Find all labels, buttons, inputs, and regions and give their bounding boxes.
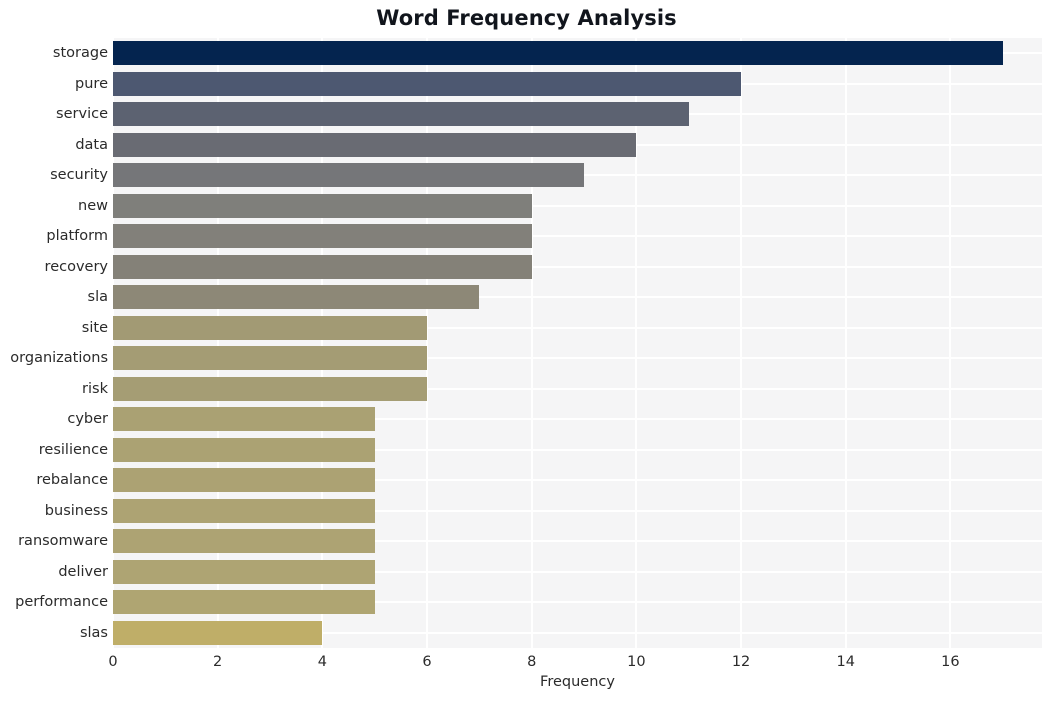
bar (113, 376, 428, 401)
x-tick-label: 6 (422, 654, 432, 670)
gridline-vertical (113, 38, 114, 648)
gridline-vertical (949, 38, 952, 648)
bar (113, 620, 323, 645)
bar (113, 193, 532, 218)
bar (113, 590, 375, 615)
y-tick-label: sla (87, 289, 108, 306)
x-tick-label: 14 (836, 654, 855, 670)
gridline-vertical (844, 38, 847, 648)
x-tick-label: 12 (731, 654, 751, 670)
bar (113, 315, 428, 340)
gridline-vertical (635, 38, 638, 648)
bar (113, 437, 375, 462)
y-tick-label: resilience (38, 441, 108, 458)
plot-area (113, 38, 1042, 648)
bar (113, 102, 689, 127)
y-tick-label: performance (15, 594, 108, 611)
y-tick-label: slas (79, 624, 108, 641)
bar (113, 346, 428, 371)
gridline-vertical (216, 38, 219, 648)
y-tick-label: deliver (58, 563, 108, 580)
bar (113, 132, 637, 157)
y-tick-label: risk (82, 380, 108, 397)
chart-figure: Word Frequency Analysis storage pure servi… (0, 0, 1053, 701)
y-tick-label: new (78, 197, 108, 214)
y-tick-label: data (75, 136, 108, 153)
chart-title: Word Frequency Analysis (376, 6, 677, 30)
y-tick-label: pure (75, 75, 108, 92)
y-tick-label: organizations (10, 350, 108, 367)
x-tick-label: 10 (627, 654, 646, 670)
gridline-vertical (426, 38, 429, 648)
y-tick-label: cyber (67, 411, 108, 428)
gridline-vertical (740, 38, 743, 648)
x-tick-label: 4 (317, 654, 327, 670)
y-axis-tick-labels: storage pure service data security new platfor… (0, 38, 108, 648)
x-axis-label: Frequency (540, 674, 615, 690)
bar (113, 71, 742, 96)
y-tick-label: rebalance (36, 472, 108, 489)
x-tick-label: 0 (108, 654, 118, 670)
y-tick-label: security (50, 167, 108, 184)
gridline-vertical (530, 38, 533, 648)
y-tick-label: platform (46, 228, 108, 245)
bar (113, 529, 375, 554)
y-tick-label: recovery (44, 258, 108, 275)
bar (113, 559, 375, 584)
y-tick-label: site (81, 319, 108, 336)
bar (113, 468, 375, 493)
y-tick-label: service (56, 106, 108, 123)
y-tick-label: ransomware (18, 533, 108, 550)
bar (113, 41, 1003, 66)
x-tick-label: 16 (941, 654, 960, 670)
bar (113, 498, 375, 523)
y-tick-label: business (44, 502, 108, 519)
bar (113, 254, 532, 279)
bar (113, 224, 532, 249)
bar (113, 285, 480, 310)
bar (113, 163, 585, 188)
x-tick-label: 8 (527, 654, 537, 670)
gridline-vertical (321, 38, 324, 648)
x-tick-label: 2 (213, 654, 223, 670)
bar (113, 407, 375, 432)
y-tick-label: storage (52, 45, 108, 62)
